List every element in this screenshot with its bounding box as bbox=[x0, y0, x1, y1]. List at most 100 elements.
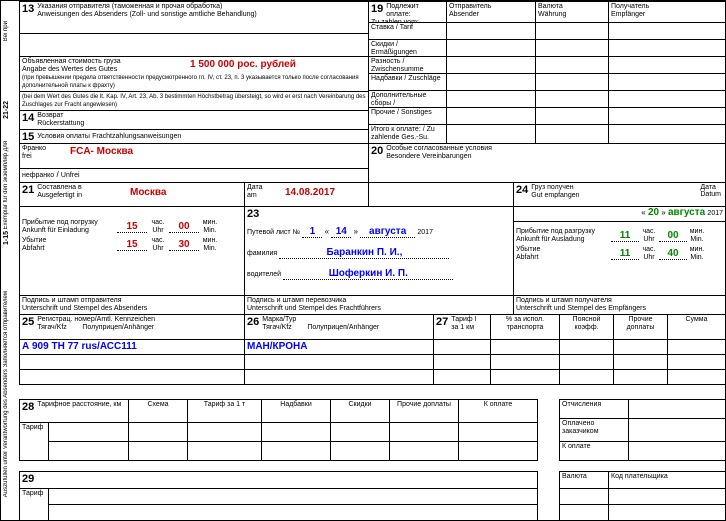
v[interactable] bbox=[608, 73, 726, 91]
v[interactable] bbox=[535, 73, 609, 91]
v[interactable] bbox=[535, 107, 609, 125]
waybill-d: 1 bbox=[302, 226, 322, 238]
lbl: Груз получен bbox=[516, 184, 723, 192]
v[interactable] bbox=[559, 488, 609, 505]
v[interactable] bbox=[433, 369, 491, 385]
v[interactable] bbox=[187, 441, 262, 461]
lbl: Прочие / Sonstiges bbox=[371, 109, 444, 117]
v[interactable] bbox=[613, 339, 668, 355]
box-13b[interactable] bbox=[19, 33, 369, 57]
v[interactable] bbox=[48, 488, 538, 505]
v[interactable] bbox=[19, 354, 245, 370]
v[interactable] bbox=[446, 73, 536, 91]
v[interactable] bbox=[608, 39, 726, 57]
v[interactable] bbox=[667, 354, 726, 370]
v[interactable] bbox=[128, 422, 188, 442]
v[interactable] bbox=[48, 441, 129, 461]
v[interactable] bbox=[458, 441, 538, 461]
v[interactable] bbox=[433, 354, 491, 370]
v[interactable] bbox=[244, 369, 434, 385]
v[interactable] bbox=[667, 339, 726, 355]
lbl: Код плательщика bbox=[611, 473, 723, 481]
lbl: К оплате bbox=[461, 401, 535, 409]
v[interactable] bbox=[446, 107, 536, 125]
v[interactable] bbox=[433, 339, 491, 355]
lbl: Gut empfangen bbox=[516, 192, 723, 200]
v[interactable] bbox=[608, 488, 726, 505]
v[interactable] bbox=[559, 369, 614, 385]
lbl: Ставка / Tarif bbox=[371, 24, 444, 32]
r: Итого к оплате: / Zu zahlende Ges.-Su. bbox=[368, 124, 447, 144]
v[interactable] bbox=[244, 354, 434, 370]
dm: 30 bbox=[169, 239, 199, 251]
v[interactable] bbox=[187, 422, 262, 442]
v[interactable] bbox=[613, 369, 668, 385]
v[interactable] bbox=[535, 124, 609, 144]
v[interactable] bbox=[608, 107, 726, 125]
v[interactable] bbox=[535, 39, 609, 57]
lbl: Uhr bbox=[639, 254, 659, 262]
v[interactable] bbox=[608, 90, 726, 108]
lbl: Unterschrift und Stempel des Frachtführe… bbox=[247, 305, 511, 313]
v[interactable] bbox=[446, 22, 536, 40]
r: Ставка / Tarif bbox=[368, 22, 447, 40]
v[interactable] bbox=[330, 422, 390, 442]
lbl: Подпись и штамп перевозчика bbox=[247, 297, 511, 305]
v[interactable] bbox=[389, 422, 459, 442]
v[interactable] bbox=[608, 504, 726, 521]
reg-number: А 909 ТН 77 rus/АСС111 bbox=[22, 341, 137, 352]
box-13: 13 Указания отправителя (таможенная и пр… bbox=[19, 1, 369, 34]
v[interactable] bbox=[535, 90, 609, 108]
v[interactable] bbox=[446, 90, 536, 108]
v[interactable] bbox=[446, 56, 536, 74]
v[interactable] bbox=[261, 422, 331, 442]
val-25: А 909 ТН 77 rus/АСС111 bbox=[19, 339, 245, 355]
box-28: 28 Тарифное расстояние, км bbox=[19, 399, 129, 423]
box-15-franco: Франкоfrei FCA- Москва bbox=[19, 143, 369, 169]
v[interactable] bbox=[613, 354, 668, 370]
v[interactable] bbox=[446, 124, 536, 144]
v[interactable] bbox=[559, 354, 614, 370]
box-20: 20 Особые согласованные условияBesondere… bbox=[368, 143, 726, 183]
v[interactable] bbox=[628, 399, 726, 419]
v[interactable] bbox=[559, 339, 614, 355]
box-13-note: (bei dem Wert des Gutes die lt. Kap. IV,… bbox=[19, 91, 369, 111]
lbl: Указания отправителя (таможенная и проча… bbox=[22, 3, 366, 11]
num-27: 27 bbox=[436, 316, 448, 328]
lbl: Оплачено заказчиком bbox=[562, 420, 626, 436]
col-currency: ВалютаWährung bbox=[535, 1, 609, 23]
v[interactable] bbox=[128, 441, 188, 461]
lbl: час. bbox=[639, 228, 659, 236]
v[interactable] bbox=[608, 22, 726, 40]
v[interactable] bbox=[490, 354, 560, 370]
num-28: 28 bbox=[22, 401, 34, 413]
lbl: Получатель bbox=[611, 3, 723, 11]
v[interactable] bbox=[535, 22, 609, 40]
v[interactable] bbox=[458, 422, 538, 442]
v[interactable] bbox=[628, 441, 726, 461]
lbl: Убытие bbox=[516, 246, 611, 254]
lbl: Uhr bbox=[147, 227, 169, 235]
v[interactable] bbox=[608, 124, 726, 144]
v[interactable] bbox=[628, 418, 726, 442]
v[interactable] bbox=[667, 369, 726, 385]
v[interactable] bbox=[490, 369, 560, 385]
v[interactable] bbox=[535, 56, 609, 74]
v[interactable] bbox=[608, 56, 726, 74]
num-14: 14 bbox=[22, 112, 34, 124]
v[interactable] bbox=[48, 422, 129, 442]
v[interactable] bbox=[19, 369, 245, 385]
lbl: Полуприцеп/Anhänger bbox=[82, 324, 154, 331]
col: Схема bbox=[128, 399, 188, 423]
v[interactable] bbox=[490, 339, 560, 355]
v[interactable] bbox=[48, 504, 538, 521]
lbl: Min. bbox=[687, 236, 707, 244]
row-arrival: Прибытие под разгрузкуAnkunft für Auslad… bbox=[516, 228, 723, 244]
v[interactable] bbox=[559, 504, 609, 521]
v[interactable] bbox=[446, 39, 536, 57]
col: Поясной коэфф. bbox=[559, 314, 614, 340]
v[interactable] bbox=[261, 441, 331, 461]
lbl: Условия оплаты bbox=[37, 133, 90, 140]
v[interactable] bbox=[389, 441, 459, 461]
v[interactable] bbox=[330, 441, 390, 461]
